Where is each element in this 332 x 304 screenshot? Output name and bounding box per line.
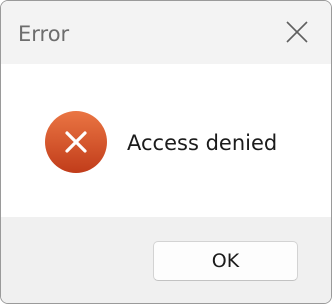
window-title: Error (18, 22, 70, 46)
error-icon (45, 111, 107, 173)
error-message: Access denied (127, 131, 278, 155)
title-bar: Error (1, 1, 331, 64)
ok-button[interactable]: OK (153, 241, 298, 281)
dialog-content: Access denied (1, 64, 331, 217)
error-dialog: Error Access denied OK (0, 0, 332, 304)
close-button[interactable] (273, 11, 319, 53)
dialog-footer: OK (1, 217, 331, 303)
close-icon (286, 21, 308, 43)
